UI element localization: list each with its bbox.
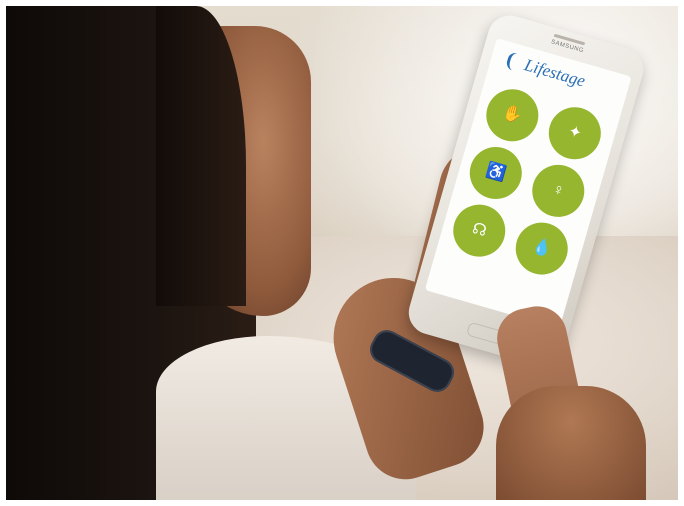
- app-menu-grid: ✋ ✦ ♿ ♀ ☊ 💧: [447, 83, 610, 281]
- menu-button-3[interactable]: ♿: [463, 140, 528, 206]
- hand-icon: ✋: [500, 103, 525, 126]
- app-logo: Lifestage: [504, 50, 588, 91]
- logo-text: Lifestage: [522, 55, 588, 91]
- menu-button-1[interactable]: ✋: [480, 83, 545, 148]
- menu-button-4[interactable]: ♀: [526, 158, 591, 224]
- sparkle-icon: ✦: [566, 122, 584, 143]
- photo: SAMSUNG Lifestage ✋ ✦ ♿ ♀ ☊ 💧: [6, 6, 678, 500]
- menu-button-2[interactable]: ✦: [542, 101, 607, 166]
- drop-icon: 💧: [529, 237, 554, 260]
- menu-button-6[interactable]: 💧: [509, 216, 574, 281]
- menu-button-5[interactable]: ☊: [447, 198, 512, 263]
- person-icon: ♀: [550, 180, 567, 201]
- logo-mark-icon: [504, 51, 525, 73]
- sock-icon: ☊: [470, 220, 489, 241]
- walker-icon: ♿: [484, 161, 508, 184]
- hand-front: [496, 386, 646, 500]
